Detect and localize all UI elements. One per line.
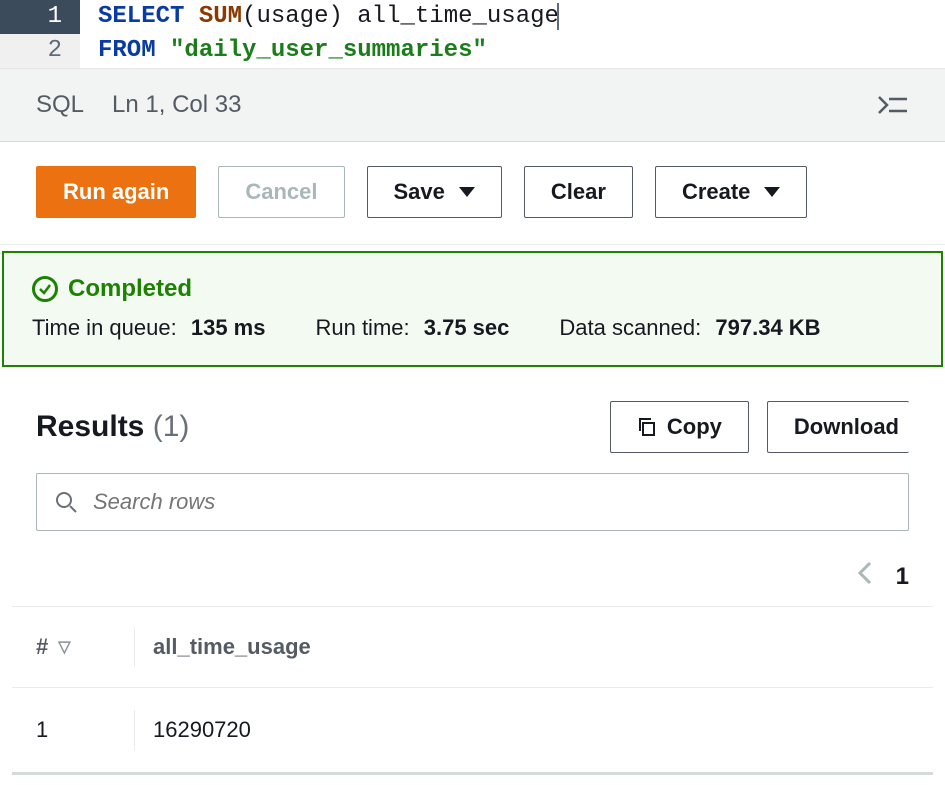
cell-value: 16290720 <box>153 717 909 743</box>
current-page: 1 <box>896 563 909 591</box>
run-time-label: Run time: <box>315 315 409 340</box>
results-header: Results (1) Copy Download <box>0 367 945 465</box>
success-icon <box>32 276 58 302</box>
table-row[interactable]: 1 16290720 <box>12 687 933 772</box>
queue-time-label: Time in queue: <box>32 315 177 340</box>
column-header[interactable]: all_time_usage <box>153 634 909 660</box>
data-scanned-label: Data scanned: <box>559 315 701 340</box>
cursor-position: Ln 1, Col 33 <box>112 91 241 119</box>
search-rows-container[interactable] <box>36 473 909 531</box>
download-results-button[interactable]: Download <box>767 401 909 453</box>
row-index: 1 <box>36 717 48 743</box>
sort-icon[interactable]: ▽ <box>58 637 70 657</box>
data-scanned-value: 797.34 KB <box>715 315 820 340</box>
editor-line[interactable]: 2FROM "daily_user_summaries" <box>0 34 945 68</box>
copy-icon <box>637 417 657 437</box>
create-button[interactable]: Create <box>655 166 807 218</box>
prev-page-button[interactable] <box>856 559 874 594</box>
toolbar: Run again Cancel Save Clear Create <box>0 142 945 245</box>
chevron-down-icon <box>764 187 780 197</box>
clear-button[interactable]: Clear <box>524 166 633 218</box>
results-count: (1) <box>153 410 190 443</box>
pagination: 1 <box>0 535 945 606</box>
line-number: 2 <box>0 34 80 68</box>
search-rows-input[interactable] <box>91 488 890 516</box>
copy-results-button[interactable]: Copy <box>610 401 749 453</box>
results-heading: Results (1) <box>36 410 189 444</box>
search-icon <box>55 491 77 513</box>
cancel-button: Cancel <box>218 166 344 218</box>
editor-status-bar: SQL Ln 1, Col 33 <box>0 69 945 142</box>
save-button[interactable]: Save <box>367 166 502 218</box>
run-again-button[interactable]: Run again <box>36 166 196 218</box>
chevron-down-icon <box>459 187 475 197</box>
toggle-panel-icon[interactable] <box>875 93 909 117</box>
run-time-value: 3.75 sec <box>424 315 510 340</box>
queue-time-value: 135 ms <box>191 315 266 340</box>
editor-line[interactable]: 1SELECT SUM(usage) all_time_usage <box>0 0 945 34</box>
column-index-header[interactable]: # <box>36 634 48 660</box>
line-number: 1 <box>0 0 80 34</box>
query-status-banner: Completed Time in queue: 135 ms Run time… <box>2 251 943 367</box>
status-title: Completed <box>68 275 192 303</box>
sql-editor[interactable]: 1SELECT SUM(usage) all_time_usage2FROM "… <box>0 0 945 68</box>
results-table: # ▽ all_time_usage 1 16290720 <box>0 606 945 775</box>
editor-mode: SQL <box>36 91 84 119</box>
